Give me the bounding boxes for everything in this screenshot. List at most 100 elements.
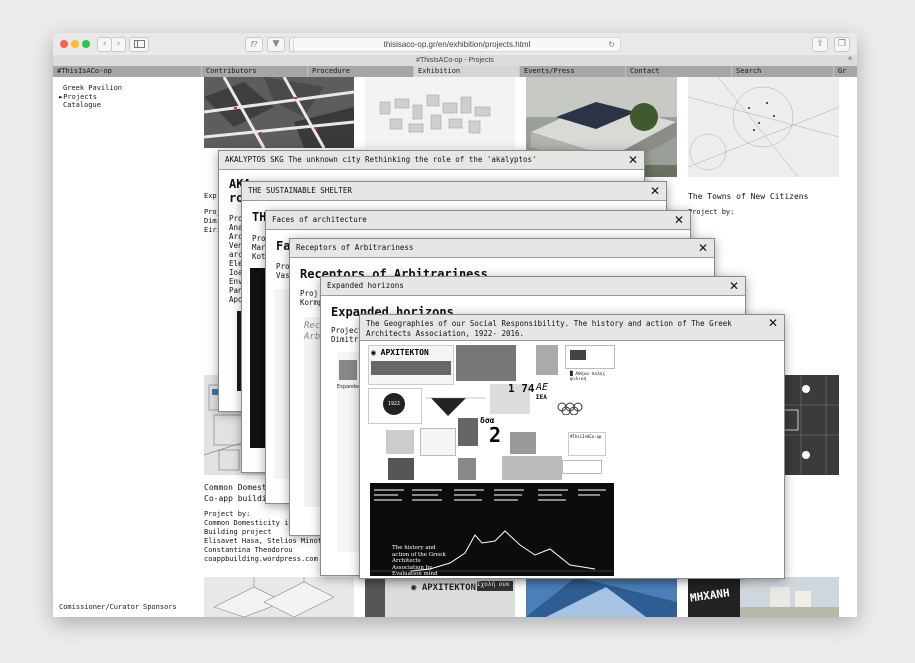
new-tab-icon[interactable]: + bbox=[847, 54, 853, 65]
modal-header-title: Faces of architecture bbox=[272, 215, 367, 224]
dark-grid-image bbox=[781, 375, 839, 475]
close-icon[interactable]: ✕ bbox=[698, 239, 708, 257]
collage-tile-caption: █ Αθήνα πολης φιλική bbox=[570, 372, 614, 390]
hashtag-poster: #ThisIsACo-op bbox=[568, 432, 606, 456]
share-icon: ⇧ bbox=[816, 39, 824, 49]
tabs-overview-button[interactable]: ❐ bbox=[834, 37, 850, 52]
reload-icon[interactable]: ↻ bbox=[608, 38, 615, 51]
url-text: thisisaco-op.gr/en/exhibition/projects.h… bbox=[383, 40, 531, 49]
footer-link-sponsors[interactable]: Sponsors bbox=[143, 603, 177, 612]
timeline-caption: The history and action of the Greek Arch… bbox=[392, 545, 446, 578]
collage-tile-document bbox=[420, 428, 456, 456]
browser-titlebar: ‹ › f? ▼ ☰ thisisaco-op.gr/en/exhibition… bbox=[53, 33, 857, 56]
modal-header-title-line2: Architects Association, 1922- 2016. bbox=[366, 329, 525, 338]
forward-button[interactable]: › bbox=[111, 37, 126, 52]
modal-header: The Geographies of our Social Responsibi… bbox=[360, 315, 784, 341]
collage-tile-photo bbox=[388, 458, 414, 480]
modal-header: Expanded horizons ✕ bbox=[321, 277, 745, 296]
project-title-towns[interactable]: The Towns of New Citizens bbox=[688, 192, 808, 202]
chart-block bbox=[570, 350, 586, 360]
close-icon[interactable]: ✕ bbox=[628, 151, 638, 169]
modal-header-title: THE SUSTAINABLE SHELTER bbox=[248, 186, 352, 195]
city-image bbox=[740, 577, 839, 617]
sidebar-item-catalogue[interactable]: Catalogue bbox=[63, 101, 101, 110]
collage-tile-photo bbox=[456, 345, 516, 381]
close-icon[interactable]: ✕ bbox=[768, 316, 778, 330]
collage-tile-text bbox=[562, 460, 602, 474]
download-button[interactable]: ▼ bbox=[267, 37, 285, 52]
page-content: Greek Pavilion ►Projects Catalogue Comis… bbox=[53, 77, 857, 617]
modal-header-title: AKALYPTOS SKG The unknown city Rethinkin… bbox=[225, 155, 537, 164]
towns-map-image bbox=[688, 77, 839, 177]
modal-line: Mar bbox=[252, 243, 266, 252]
project-by-towns: Project by: bbox=[688, 208, 735, 216]
address-bar[interactable]: thisisaco-op.gr/en/exhibition/projects.h… bbox=[293, 37, 621, 52]
project-link-coapp[interactable]: coappbuilding.wordpress.com bbox=[204, 555, 318, 565]
modal-header: THE SUSTAINABLE SHELTER ✕ bbox=[242, 182, 666, 201]
project-thumbnail-map[interactable] bbox=[204, 77, 354, 148]
share-button[interactable]: ⇧ bbox=[812, 37, 828, 52]
nav-item-language[interactable]: Gr bbox=[833, 66, 857, 77]
nav-item-search[interactable]: Search bbox=[731, 66, 833, 77]
collage-tile-statue bbox=[536, 345, 558, 375]
zoom-window-button[interactable] bbox=[82, 40, 90, 48]
modal-header: Faces of architecture ✕ bbox=[266, 211, 690, 230]
sidebar-item-projects[interactable]: ►Projects bbox=[59, 93, 97, 102]
close-window-button[interactable] bbox=[60, 40, 68, 48]
nav-brand[interactable]: #ThisIsACo-op bbox=[53, 66, 201, 77]
olympic-rings bbox=[556, 400, 590, 416]
project-thumbnail-axonometric[interactable] bbox=[204, 577, 354, 617]
blue-geometric-image bbox=[526, 577, 677, 617]
collage-tile-photo bbox=[386, 430, 414, 454]
site-nav: #ThisIsACo-op Contributors Procedure Exh… bbox=[53, 66, 857, 77]
architekton-logo: ◉ ΑΡΧΙΤΕΚΤΟΝ bbox=[371, 348, 429, 357]
sidebar-item-greek-pavilion[interactable]: Greek Pavilion bbox=[63, 84, 122, 93]
modal-line: Pro bbox=[276, 262, 290, 271]
photo-block bbox=[365, 577, 385, 617]
project-modal-geographies: The Geographies of our Social Responsibi… bbox=[359, 314, 785, 579]
photo-block bbox=[371, 361, 451, 375]
poster-text: Expanded bbox=[337, 384, 362, 390]
modal-header: AKALYPTOS SKG The unknown city Rethinkin… bbox=[219, 151, 644, 170]
project-thumbnail-dark[interactable] bbox=[781, 375, 839, 475]
sidebar-toggle-button[interactable] bbox=[129, 37, 149, 52]
poster-photo bbox=[339, 360, 357, 380]
back-button[interactable]: ‹ bbox=[97, 37, 112, 52]
minimize-window-button[interactable] bbox=[71, 40, 79, 48]
nav-item-contributors[interactable]: Contributors bbox=[201, 66, 307, 77]
project-thumbnail-architekton[interactable]: ◉ ΑΡΧΙΤΕΚΤΟΝ Σχολή ουκ bbox=[365, 577, 515, 617]
project-thumbnail-mixanh[interactable]: ΜΗΧΑΝΗ bbox=[688, 577, 839, 617]
collage-tile-graph bbox=[426, 392, 486, 418]
collage-tile-badge: 1922 bbox=[368, 388, 422, 424]
sidebar-icon bbox=[133, 40, 145, 48]
close-icon[interactable]: ✕ bbox=[729, 277, 739, 295]
browser-window: ‹ › f? ▼ ☰ thisisaco-op.gr/en/exhibition… bbox=[53, 33, 857, 617]
nav-item-events-press[interactable]: Events/Press bbox=[519, 66, 625, 77]
modal-header: Receptors of Arbitrariness ✕ bbox=[290, 239, 714, 258]
modal-header-title: Receptors of Arbitrariness bbox=[296, 243, 414, 252]
close-icon[interactable]: ✕ bbox=[650, 182, 660, 200]
triangle-graph bbox=[426, 397, 486, 416]
project-thumbnail-blocks[interactable] bbox=[365, 77, 515, 148]
collage-tile-group-photo bbox=[502, 456, 562, 480]
download-icon: ▼ bbox=[272, 39, 280, 49]
close-icon[interactable]: ✕ bbox=[674, 211, 684, 229]
collage-tile-photo bbox=[458, 418, 478, 446]
nav-item-exhibition[interactable]: Exhibition bbox=[413, 66, 519, 77]
project-thumbnail-blue[interactable] bbox=[526, 577, 677, 617]
year-badge: 1922 bbox=[383, 393, 405, 415]
project-fragment: Exp bbox=[204, 192, 217, 200]
chevron-right-icon: › bbox=[116, 39, 121, 49]
tab-title: #ThisIsACo-op - Projects bbox=[416, 57, 494, 64]
modal-line: Project bbox=[331, 326, 363, 335]
footer-link-curator[interactable]: Comissioner/Curator bbox=[59, 603, 139, 612]
modal-line: Proj bbox=[300, 289, 319, 298]
reader-button[interactable]: f? bbox=[245, 37, 263, 52]
collage-tile-architecture bbox=[510, 432, 536, 454]
nav-item-procedure[interactable]: Procedure bbox=[307, 66, 413, 77]
architekton-masthead: ◉ ΑΡΧΙΤΕΚΤΟΝ bbox=[411, 583, 477, 593]
blocks-image bbox=[379, 94, 491, 134]
nav-item-contact[interactable]: Contact bbox=[625, 66, 731, 77]
modal-line: Dimitri bbox=[331, 335, 363, 344]
project-thumbnail-towns[interactable] bbox=[688, 77, 839, 177]
